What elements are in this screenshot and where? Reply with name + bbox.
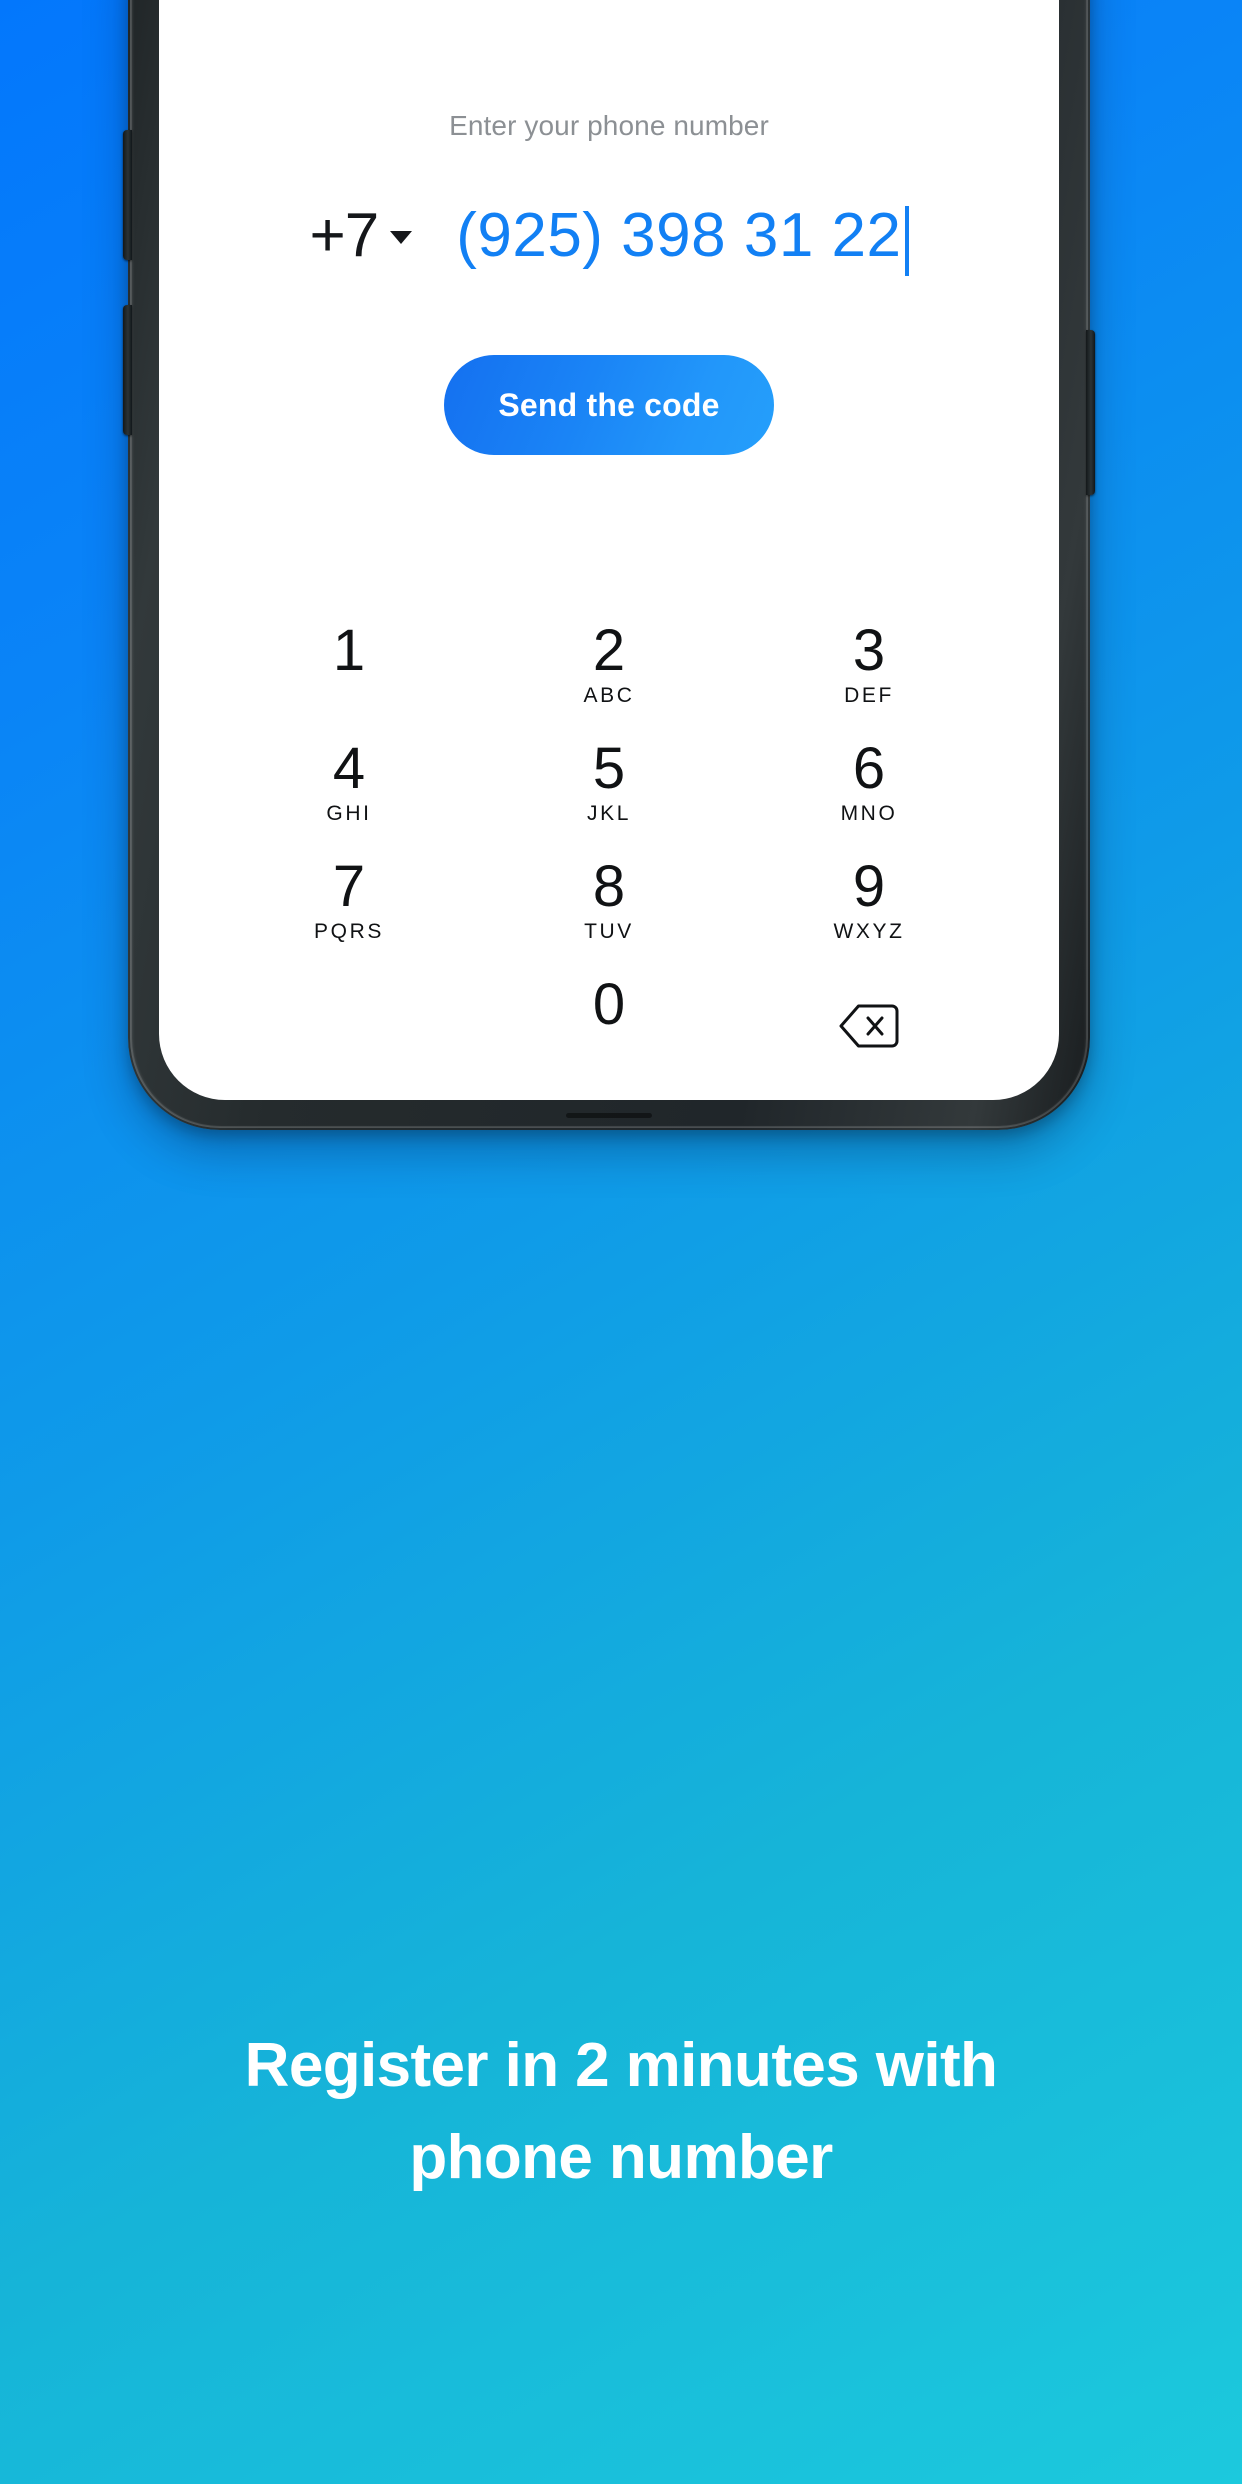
- dial-digit: 4: [332, 736, 366, 801]
- dial-digit: 9: [852, 854, 886, 919]
- dial-key-2[interactable]: 2 ABC: [479, 615, 739, 733]
- dial-digit: 8: [592, 854, 626, 919]
- phone-number-input[interactable]: (925) 398 31 22: [456, 200, 909, 276]
- dial-letters: DEF: [844, 684, 894, 707]
- dial-letters: TUV: [584, 920, 634, 943]
- dial-key-6[interactable]: 6 MNO: [739, 733, 999, 851]
- text-cursor: [904, 206, 909, 276]
- phone-screen: Enter your phone number +7 (925) 398 31 …: [159, 0, 1059, 1100]
- dial-key-3[interactable]: 3 DEF: [739, 615, 999, 733]
- caption-line-1: Register in 2 minutes with: [244, 2031, 998, 2100]
- dial-letters: JKL: [587, 802, 631, 825]
- dial-key-1[interactable]: 1: [219, 615, 479, 733]
- volume-down-button[interactable]: [123, 305, 132, 435]
- dial-digit: 0: [592, 972, 626, 1037]
- dial-letters: ABC: [583, 684, 635, 707]
- power-button[interactable]: [1086, 330, 1095, 495]
- dial-letters: GHI: [326, 802, 372, 825]
- dial-key-8[interactable]: 8 TUV: [479, 851, 739, 969]
- dial-digit: 5: [592, 736, 626, 801]
- dial-key-empty: [219, 969, 479, 1087]
- dial-key-0[interactable]: 0: [479, 969, 739, 1087]
- speaker-slit: [566, 1113, 652, 1118]
- phone-mockup: Enter your phone number +7 (925) 398 31 …: [123, 0, 1095, 1130]
- dial-key-5[interactable]: 5 JKL: [479, 733, 739, 851]
- dial-key-7[interactable]: 7 PQRS: [219, 851, 479, 969]
- send-code-button[interactable]: Send the code: [444, 355, 774, 455]
- dial-digit: 1: [332, 618, 366, 683]
- country-code-value: +7: [309, 200, 380, 270]
- dial-letters: MNO: [840, 802, 898, 825]
- dial-digit: 2: [592, 618, 626, 683]
- dial-digit: 3: [852, 618, 886, 683]
- dialpad: 1 2 ABC 3 DEF 4 GHI 5 JKL 6 MNO 7 PQRS 8…: [219, 615, 999, 1087]
- dial-digit: 7: [332, 854, 366, 919]
- caption-line-2: phone number: [409, 2123, 833, 2192]
- dial-key-4[interactable]: 4 GHI: [219, 733, 479, 851]
- caption: Register in 2 minutes with phone number: [0, 2020, 1242, 2204]
- phone-entry-label: Enter your phone number: [449, 110, 769, 141]
- chevron-down-icon: [390, 230, 413, 244]
- dial-digit: 6: [852, 736, 886, 801]
- dial-letters: WXYZ: [833, 920, 905, 943]
- phone-number-value: (925) 398 31 22: [456, 200, 902, 270]
- dial-key-9[interactable]: 9 WXYZ: [739, 851, 999, 969]
- dial-letters: PQRS: [314, 920, 384, 943]
- backspace-icon: [838, 1003, 900, 1054]
- volume-up-button[interactable]: [123, 130, 132, 260]
- backspace-key[interactable]: [739, 969, 999, 1087]
- screen-content: Enter your phone number +7 (925) 398 31 …: [159, 0, 1059, 1100]
- phone-input-row: +7 (925) 398 31 22: [159, 180, 1059, 290]
- country-code-selector[interactable]: +7: [310, 200, 413, 271]
